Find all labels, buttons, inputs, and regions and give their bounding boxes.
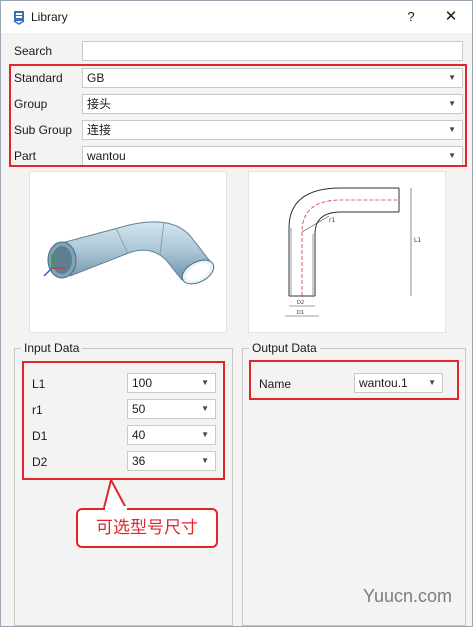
search-label: Search	[14, 44, 53, 58]
drawing-d1-label: D1	[297, 310, 304, 316]
pipe-elbow-3d-image	[43, 221, 215, 285]
part-3d-preview	[29, 171, 227, 333]
param-label-l1: L1	[32, 377, 46, 391]
param-label-d1: D1	[32, 429, 48, 443]
annotation-callout: 可选型号尺寸	[76, 508, 218, 548]
chevron-down-icon: ▼	[201, 378, 209, 387]
title-bar: Library ? ✕	[1, 1, 472, 33]
chevron-down-icon: ▼	[201, 404, 209, 413]
chevron-down-icon: ▼	[201, 430, 209, 439]
watermark: Yuucn.com	[363, 586, 453, 606]
param-select-d2[interactable]: 36 ▼	[127, 451, 216, 471]
group-select[interactable]: 接头 ▼	[82, 94, 463, 114]
library-dialog: Library ? ✕ Search Standard GB ▼ Group 接…	[0, 0, 473, 627]
library-app-icon	[13, 11, 25, 25]
drawing-d2-label: D2	[297, 300, 304, 306]
search-input[interactable]	[82, 41, 463, 61]
param-value-l1: 100	[132, 376, 153, 390]
output-name-select[interactable]: wantou.1 ▼	[354, 373, 443, 393]
param-value-r1: 50	[132, 402, 146, 416]
sub-group-value: 连接	[87, 123, 112, 137]
group-value: 接头	[87, 97, 112, 111]
param-select-d1[interactable]: 40 ▼	[127, 425, 216, 445]
output-name-label: Name	[259, 377, 292, 391]
drawing-radius-label: r1	[329, 217, 335, 224]
group-label: Group	[14, 97, 48, 111]
chevron-down-icon: ▼	[448, 73, 456, 82]
pipe-elbow-drawing-image: r1 L1 D2 D1	[285, 187, 421, 317]
chevron-down-icon: ▼	[448, 151, 456, 160]
part-label: Part	[14, 149, 37, 163]
part-value: wantou	[87, 149, 126, 163]
window-title: Library	[31, 10, 68, 24]
param-label-r1: r1	[32, 403, 43, 417]
chevron-down-icon: ▼	[428, 378, 436, 387]
standard-value: GB	[87, 71, 105, 85]
param-select-l1[interactable]: 100 ▼	[127, 373, 216, 393]
chevron-down-icon: ▼	[448, 125, 456, 134]
chevron-down-icon: ▼	[201, 456, 209, 465]
sub-group-label: Sub Group	[14, 123, 73, 137]
sub-group-select[interactable]: 连接 ▼	[82, 120, 463, 140]
part-select[interactable]: wantou ▼	[82, 146, 463, 166]
standard-select[interactable]: GB ▼	[82, 68, 463, 88]
output-name-value: wantou.1	[359, 376, 408, 390]
part-drawing-preview: r1 L1 D2 D1	[248, 171, 446, 333]
callout-pointer-joint	[105, 506, 127, 510]
input-data-title: Input Data	[21, 341, 83, 355]
drawing-length-label: L1	[414, 237, 421, 244]
output-data-title: Output Data	[249, 341, 320, 355]
param-value-d2: 36	[132, 454, 146, 468]
param-select-r1[interactable]: 50 ▼	[127, 399, 216, 419]
param-label-d2: D2	[32, 455, 48, 469]
standard-label: Standard	[14, 71, 63, 85]
chevron-down-icon: ▼	[448, 99, 456, 108]
param-value-d1: 40	[132, 428, 146, 442]
close-button[interactable]: ✕	[438, 5, 464, 29]
help-button[interactable]: ?	[399, 5, 423, 29]
